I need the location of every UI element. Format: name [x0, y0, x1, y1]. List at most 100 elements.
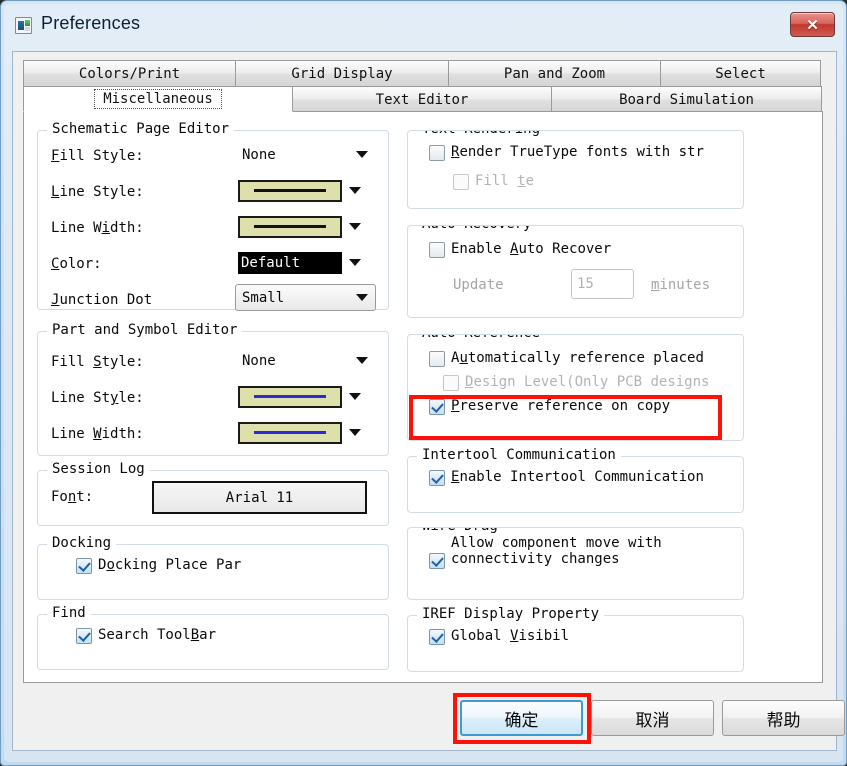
checkbox-label: Allow component move with connectivity c…: [451, 535, 662, 567]
group-title-auto-recovery: Auto Recovery: [417, 226, 537, 232]
help-button[interactable]: 帮助: [722, 700, 845, 736]
dialog-button-bar: 确定 取消 帮助: [13, 688, 845, 750]
label-line-style: Line Style:: [51, 184, 144, 200]
tab-text-editor[interactable]: Text Editor: [292, 86, 552, 112]
combo-schematic-color[interactable]: Default: [235, 249, 376, 276]
swatch-color: Default: [238, 251, 342, 274]
group-iref-display-property: IREF Display Property Global Visibil: [407, 606, 744, 672]
tab-select[interactable]: Select: [660, 60, 821, 86]
chevron-down-icon: [342, 187, 368, 194]
group-title-text-rendering: Text Rendering: [417, 131, 546, 137]
tab-row-1: Colors/Print Grid Display Pan and Zoom S…: [23, 60, 823, 86]
group-auto-reference: Auto Reference Automatically reference p…: [407, 334, 744, 441]
tab-grid-display[interactable]: Grid Display: [235, 60, 449, 86]
combo-schematic-line-width[interactable]: [235, 213, 376, 240]
checkbox-allow-component-move[interactable]: Allow component move with connectivity c…: [429, 535, 719, 569]
app-icon: [15, 17, 32, 34]
label-part-line-style: Line Style:: [51, 390, 144, 406]
checkbox-icon: [429, 351, 445, 367]
font-picker-button[interactable]: Arial 11: [152, 481, 367, 514]
checkbox-label: Enable Auto Recover: [451, 241, 612, 257]
combo-junction-dot[interactable]: Small: [235, 284, 376, 311]
auto-recovery-interval-input[interactable]: 15: [571, 269, 634, 299]
group-part-and-symbol-editor: Part and Symbol Editor Fill Style: None …: [37, 322, 389, 456]
label-color: Color:: [51, 256, 102, 272]
checkbox-docking-place-part[interactable]: Docking Place Par: [76, 557, 241, 574]
preferences-window: Preferences ✕ Colors/Print Grid Display …: [0, 0, 847, 766]
checkbox-enable-auto-recovery[interactable]: Enable Auto Recover: [429, 241, 611, 258]
group-docking: Docking Docking Place Par: [37, 535, 389, 600]
cancel-button[interactable]: 取消: [591, 700, 714, 736]
combo-schematic-line-style[interactable]: [235, 177, 376, 204]
checkbox-icon: [429, 145, 445, 161]
group-intertool-communication: Intertool Communication Enable Intertool…: [407, 447, 744, 513]
checkbox-label: Enable Intertool Communication: [451, 469, 704, 485]
checkbox-fill-text[interactable]: Fill te: [453, 173, 534, 190]
chevron-down-icon: [349, 294, 375, 301]
checkbox-icon: [429, 399, 445, 415]
tab-strip: Colors/Print Grid Display Pan and Zoom S…: [23, 60, 823, 112]
tab-board-simulation[interactable]: Board Simulation: [551, 86, 822, 112]
group-schematic-page-editor: Schematic Page Editor Fill Style: None L…: [37, 121, 389, 311]
checkbox-label: Global Visibil: [451, 628, 570, 644]
chevron-down-icon: [342, 429, 368, 436]
checkbox-preserve-reference-on-copy[interactable]: Preserve reference on copy: [429, 398, 670, 415]
swatch-part-line-style: [238, 385, 342, 408]
group-title-iref-display-property: IREF Display Property: [417, 606, 605, 622]
group-find: Find Search ToolBar: [37, 605, 389, 670]
group-title-docking: Docking: [47, 535, 117, 551]
chevron-down-icon: [342, 223, 368, 230]
chevron-down-icon: [349, 357, 375, 364]
checkbox-icon: [453, 174, 469, 190]
label-line-width: Line Width:: [51, 220, 144, 236]
combo-part-fill-style[interactable]: None: [235, 347, 376, 374]
checkbox-icon: [429, 470, 445, 486]
checkbox-search-toolbar[interactable]: Search ToolBar: [76, 627, 216, 644]
group-session-log: Session Log Font: Arial 11: [37, 461, 389, 526]
chevron-down-icon: [349, 151, 375, 158]
tab-pan-and-zoom[interactable]: Pan and Zoom: [448, 60, 661, 86]
label-update: Update: [453, 277, 504, 293]
checkbox-design-level[interactable]: Design Level(Only PCB designs: [443, 374, 709, 391]
checkbox-global-visibility[interactable]: Global Visibil: [429, 628, 569, 645]
checkbox-label: Automatically reference placed: [451, 350, 704, 366]
label-part-fill-style: Fill Style:: [51, 354, 144, 370]
group-text-rendering: Text Rendering Render TrueType fonts wit…: [407, 130, 744, 209]
checkbox-label: Search ToolBar: [98, 627, 217, 643]
tab-row-2: Miscellaneous Text Editor Board Simulati…: [23, 86, 823, 112]
dialog-client-area: Colors/Print Grid Display Pan and Zoom S…: [12, 51, 845, 751]
label-font: Font:: [51, 489, 94, 505]
group-title-auto-reference: Auto Reference: [417, 335, 546, 341]
tab-colors-print[interactable]: Colors/Print: [23, 60, 236, 86]
label-junction-dot: Junction Dot: [51, 292, 153, 308]
tab-miscellaneous[interactable]: Miscellaneous: [23, 86, 293, 112]
checkbox-icon: [429, 629, 445, 645]
checkbox-automatically-reference-placed[interactable]: Automatically reference placed: [429, 350, 704, 367]
checkbox-icon: [429, 553, 445, 569]
checkbox-render-truetype[interactable]: Render TrueType fonts with str: [429, 144, 704, 161]
close-icon: ✕: [806, 16, 819, 34]
swatch-line-style: [238, 179, 342, 202]
miscellaneous-tab-page: Schematic Page Editor Fill Style: None L…: [23, 111, 823, 683]
group-title-schematic-page-editor: Schematic Page Editor: [47, 121, 235, 137]
group-auto-recovery: Auto Recovery Enable Auto Recover Update…: [407, 225, 744, 318]
combo-part-line-style[interactable]: [235, 383, 376, 410]
label-minutes: minutes: [651, 277, 711, 293]
group-title-find: Find: [47, 605, 91, 621]
combo-schematic-fill-style[interactable]: None: [235, 141, 376, 168]
checkbox-icon: [443, 375, 459, 391]
chevron-down-icon: [342, 393, 368, 400]
checkbox-icon: [429, 242, 445, 258]
swatch-part-line-width: [238, 421, 342, 444]
label-part-line-width: Line Width:: [51, 426, 144, 442]
ok-button[interactable]: 确定: [460, 700, 583, 736]
checkbox-label: Preserve reference on copy: [451, 398, 671, 414]
checkbox-label: Design Level(Only PCB designs: [465, 374, 710, 390]
checkbox-enable-intertool-communication[interactable]: Enable Intertool Communication: [429, 469, 704, 486]
chevron-down-icon: [342, 259, 368, 266]
checkbox-label: Docking Place Par: [98, 557, 242, 573]
group-wire-drag: Wire Drag Allow component move with conn…: [407, 527, 744, 600]
combo-part-line-width[interactable]: [235, 419, 376, 446]
close-button[interactable]: ✕: [790, 12, 835, 37]
title-bar: Preferences ✕: [1, 1, 847, 47]
